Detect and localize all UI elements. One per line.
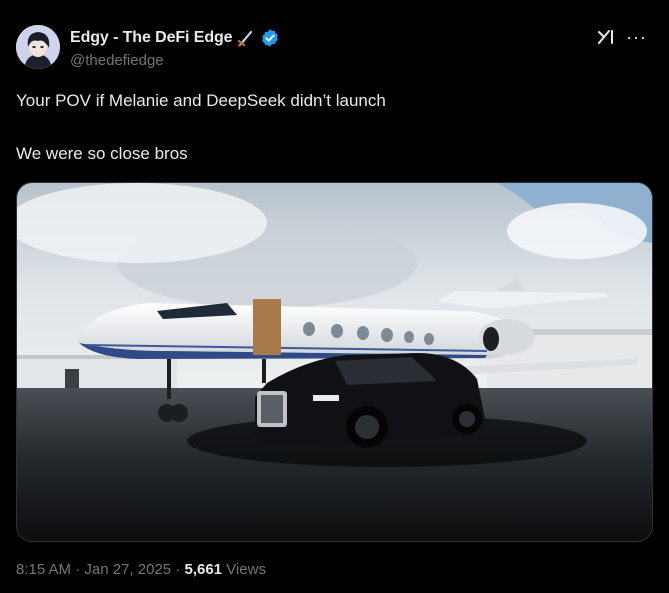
dagger-emoji-icon <box>238 30 253 47</box>
tweet-top-actions: ··· <box>596 27 647 47</box>
photo-private-jet-and-luxury-car <box>17 183 652 541</box>
views-label: Views <box>226 561 266 578</box>
more-icon[interactable]: ··· <box>626 28 647 46</box>
display-name-row: Edgy - The DeFi Edge <box>70 27 280 49</box>
author-names: Edgy - The DeFi Edge @thedefiedge <box>70 27 280 69</box>
tweet-text-line: Your POV if Melanie and DeepSeek didn’t … <box>16 91 386 110</box>
tweet-time[interactable]: 8:15 AM <box>16 561 71 578</box>
tweet-media[interactable] <box>16 182 653 542</box>
author-handle[interactable]: @thedefiedge <box>70 52 280 69</box>
anime-avatar-icon <box>16 25 60 69</box>
meta-separator: · <box>175 561 181 578</box>
tweet-meta: 8:15 AM · Jan 27, 2025 · 5,661 Views <box>16 561 266 578</box>
tweet-header: Edgy - The DeFi Edge @thedefiedge ··· <box>16 25 653 73</box>
tweet-text: Your POV if Melanie and DeepSeek didn’t … <box>16 89 646 166</box>
tweet-date[interactable]: Jan 27, 2025 <box>84 561 171 578</box>
views-count: 5,661 <box>184 561 223 578</box>
verified-badge-icon[interactable] <box>260 28 280 48</box>
grok-icon[interactable] <box>596 27 616 47</box>
meta-separator: · <box>75 561 81 578</box>
tweet-text-line: We were so close bros <box>16 144 188 163</box>
avatar[interactable] <box>16 25 60 69</box>
display-name[interactable]: Edgy - The DeFi Edge <box>70 29 233 47</box>
